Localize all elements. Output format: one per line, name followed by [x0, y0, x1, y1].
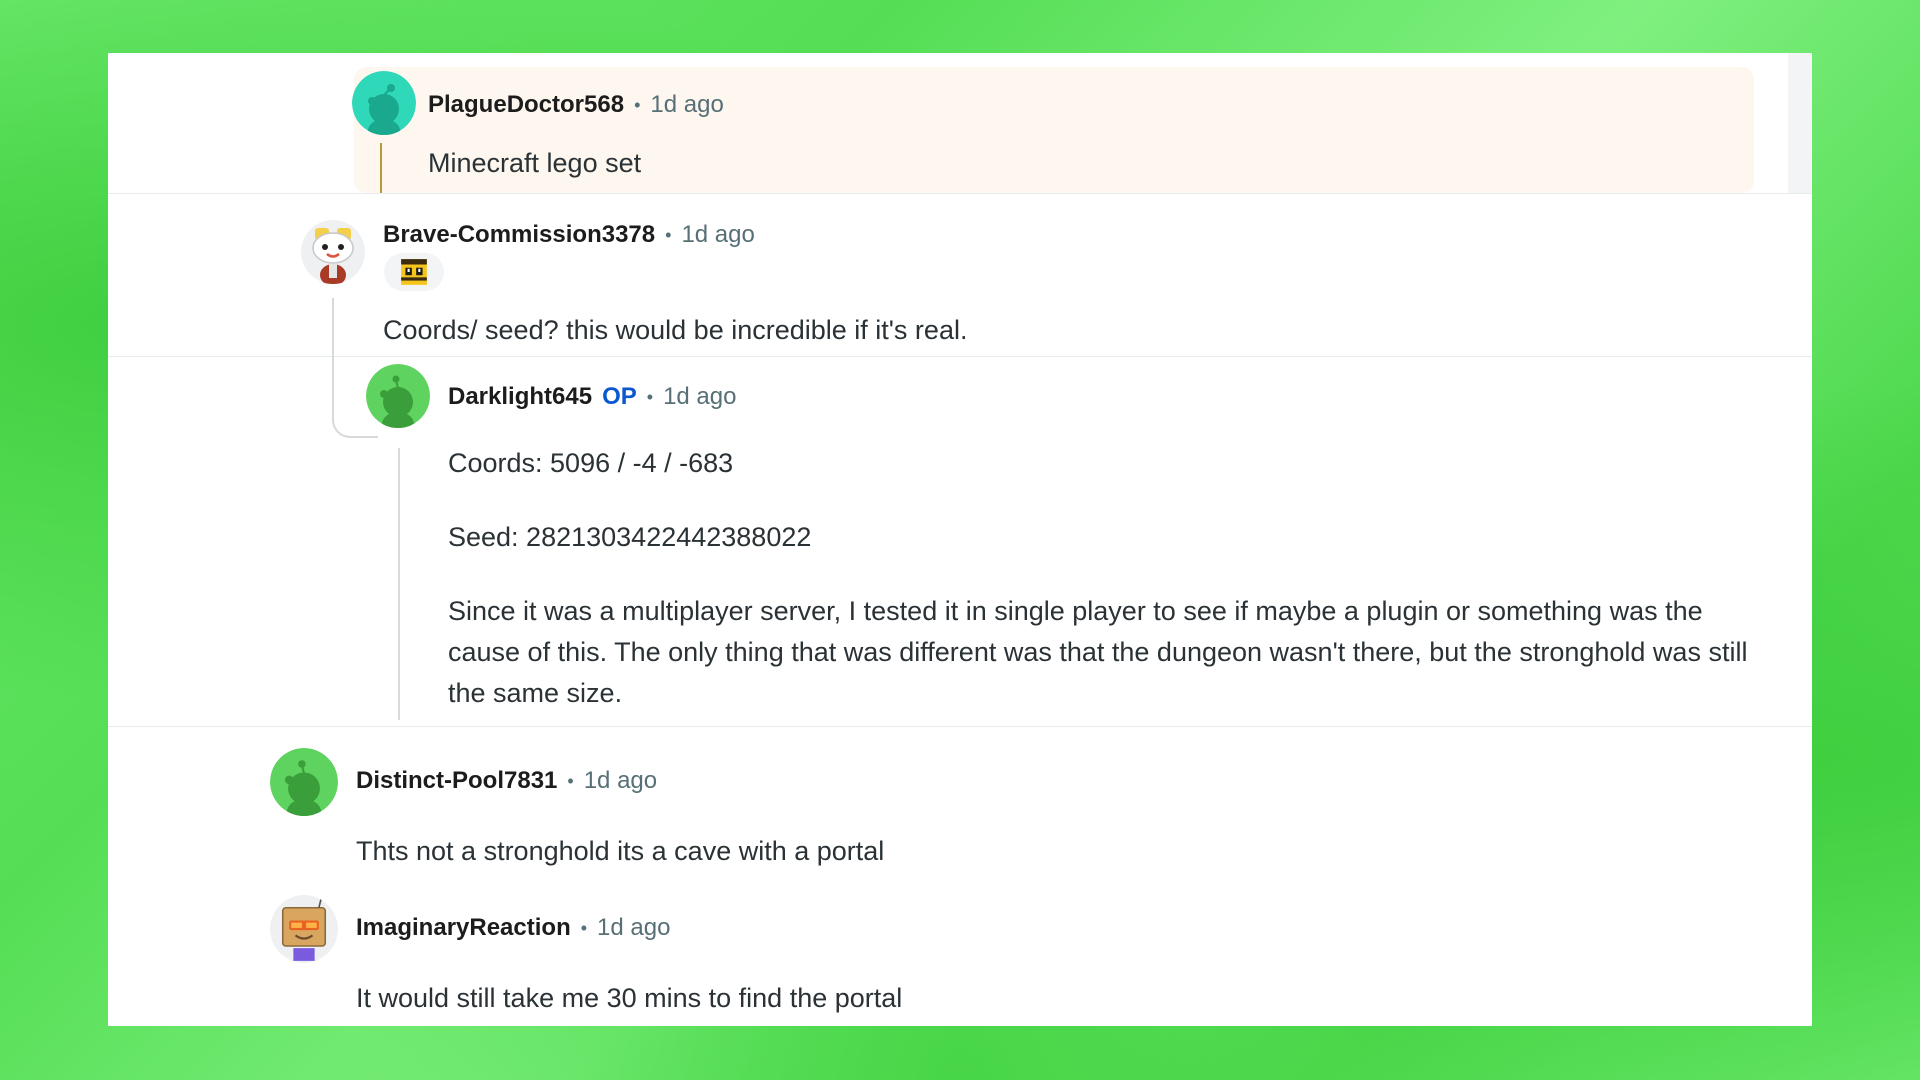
comment-paragraph: Coords: 5096 / -4 / -683 — [448, 448, 734, 478]
timestamp[interactable]: 1d ago — [584, 767, 657, 795]
separator-dot: • — [665, 224, 672, 245]
comment-body: Coords/ seed? this would be incredible i… — [383, 310, 1763, 351]
comment-meta: ImaginaryReaction • 1d ago — [356, 914, 670, 942]
comment-paragraph: Coords/ seed? this would be incredible i… — [383, 315, 968, 345]
timestamp[interactable]: 1d ago — [597, 914, 670, 942]
separator-dot: • — [580, 917, 588, 938]
comment-paragraph: It would still take me 30 mins to find t… — [356, 983, 903, 1013]
snoo-box-robot-avatar-icon[interactable] — [270, 895, 338, 963]
comment-body: Coords: 5096 / -4 / -683 Seed: 282130342… — [448, 443, 1768, 714]
comment-divider — [108, 726, 1812, 727]
comment-body: Minecraft lego set — [428, 143, 1728, 184]
comment-meta: Distinct-Pool7831 • 1d ago — [356, 767, 657, 795]
thread-line[interactable] — [380, 143, 382, 193]
comment-meta: PlagueDoctor568 • 1d ago — [428, 91, 724, 119]
comment-divider — [108, 193, 1812, 194]
username-link[interactable]: ImaginaryReaction — [356, 914, 571, 942]
comment-meta: Brave-Commission3378 • 1d ago — [383, 221, 755, 249]
username-link[interactable]: PlagueDoctor568 — [428, 91, 624, 119]
snoo-green-avatar-icon[interactable] — [366, 364, 430, 428]
op-badge: OP — [602, 383, 637, 410]
comment-body: It would still take me 30 mins to find t… — [356, 978, 1756, 1019]
timestamp[interactable]: 1d ago — [663, 383, 736, 411]
comment-paragraph: Minecraft lego set — [428, 148, 642, 178]
comment-paragraph: Seed: 2821303422442388022 — [448, 522, 812, 552]
comment-paragraph: Thts not a stronghold its a cave with a … — [356, 836, 885, 866]
pixel-bee-flair-icon — [401, 259, 427, 285]
timestamp[interactable]: 1d ago — [681, 221, 754, 249]
user-flair — [384, 253, 444, 291]
comment-meta: Darklight645 OP • 1d ago — [448, 383, 736, 411]
username-link[interactable]: Distinct-Pool7831 — [356, 767, 557, 795]
timestamp[interactable]: 1d ago — [650, 91, 723, 119]
username-link[interactable]: Brave-Commission3378 — [383, 221, 655, 249]
snoo-green-avatar-icon[interactable] — [270, 748, 338, 816]
scrollbar-track[interactable] — [1788, 53, 1812, 193]
username-link[interactable]: Darklight645 — [448, 383, 592, 411]
thread-line[interactable] — [398, 448, 400, 720]
comment-body: Thts not a stronghold its a cave with a … — [356, 831, 1756, 872]
comment-paragraph: Since it was a multiplayer server, I tes… — [448, 596, 1748, 708]
separator-dot: • — [567, 770, 574, 791]
comment-thread-card: PlagueDoctor568 • 1d ago Minecraft lego … — [108, 53, 1812, 1026]
separator-dot: • — [646, 386, 654, 407]
snoo-teal-avatar-icon[interactable] — [352, 71, 416, 135]
snoo-costume-avatar-icon[interactable] — [301, 220, 365, 284]
thread-connector[interactable] — [332, 298, 378, 438]
separator-dot: • — [634, 94, 641, 115]
